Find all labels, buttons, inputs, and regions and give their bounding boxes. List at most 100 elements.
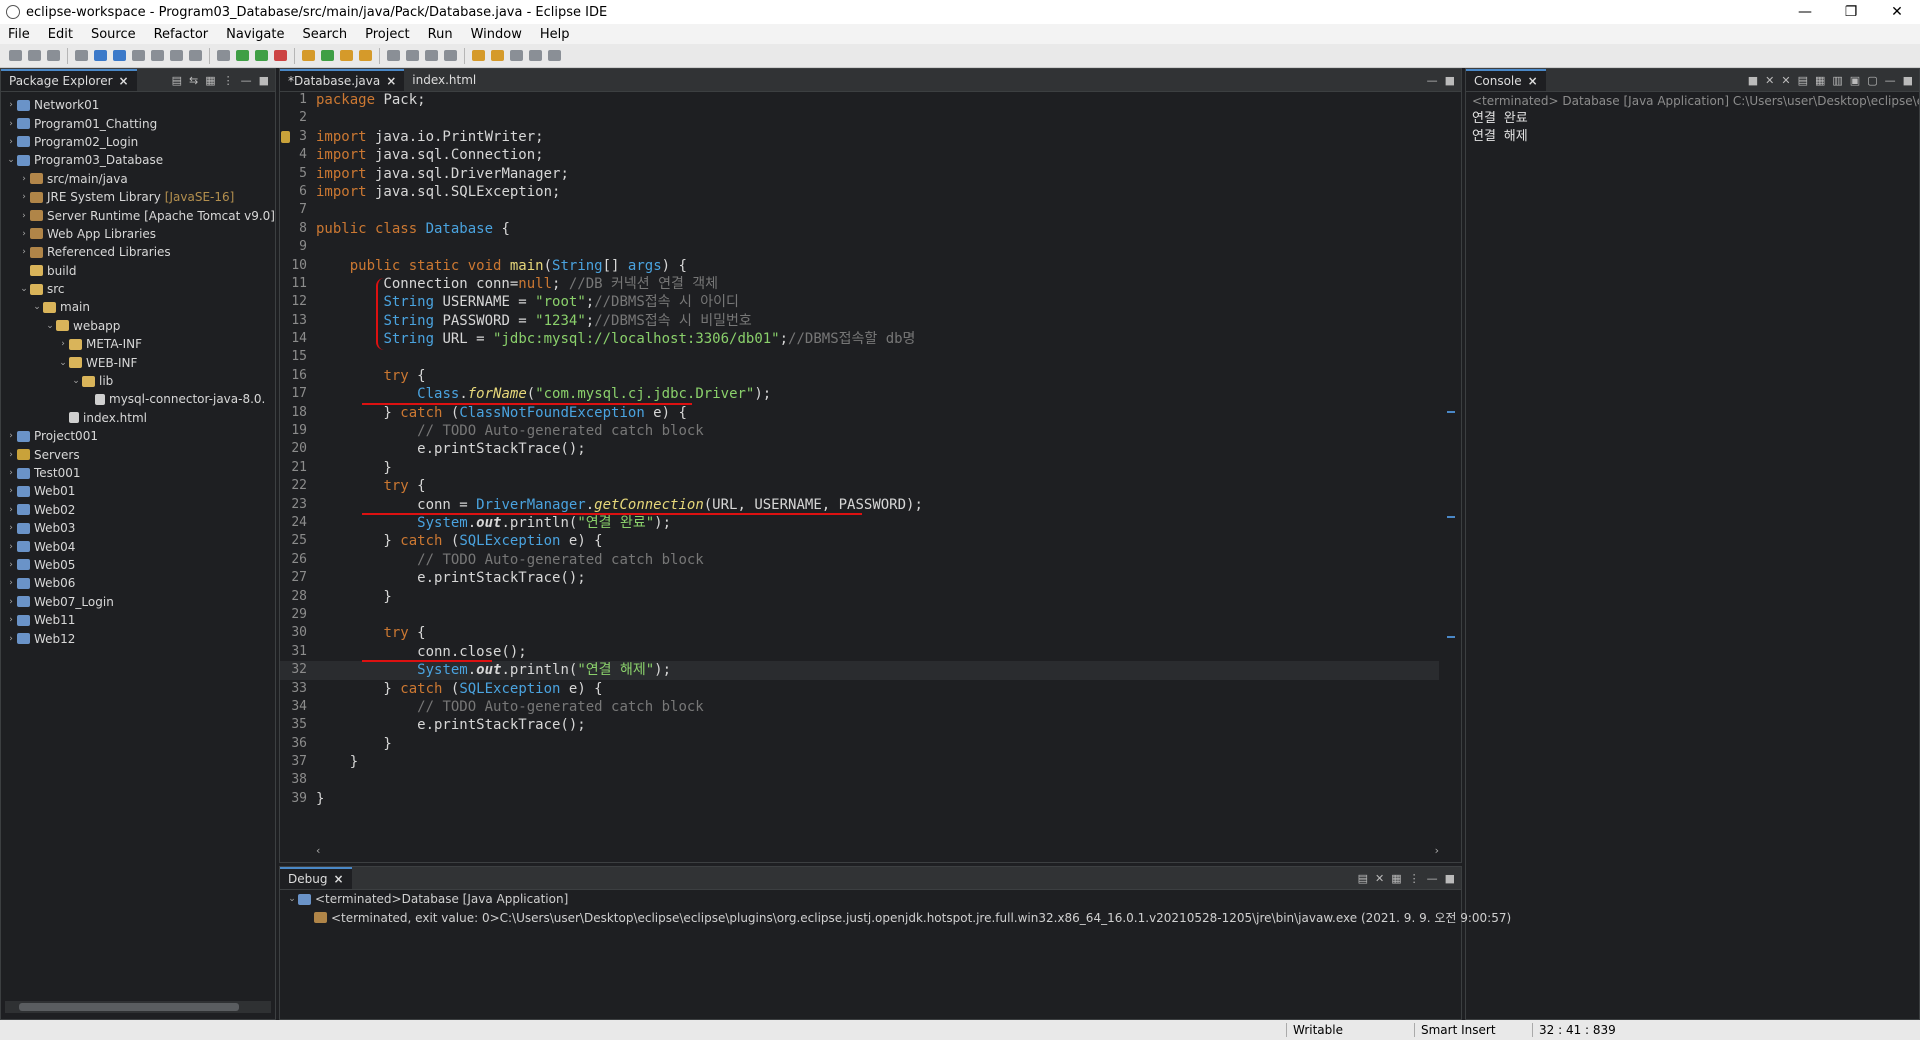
whitespace-icon[interactable] [444,50,457,61]
view-menu-icon[interactable]: ⋮ [1409,872,1420,885]
chevron-down-icon[interactable]: ⌄ [5,155,17,165]
code-line[interactable]: 1 package Pack; [280,91,1439,109]
chevron-right-icon[interactable]: › [5,468,17,478]
close-icon[interactable]: × [119,74,129,88]
new-icon[interactable] [9,50,22,61]
code-line[interactable]: 31 conn.close(); [280,643,1439,661]
code-line[interactable]: 18 } catch (ClassNotFoundException e) { [280,404,1439,422]
close-icon[interactable]: × [386,74,396,88]
skip-breakpoints-icon[interactable] [75,50,88,61]
code-line[interactable]: 22 try { [280,477,1439,495]
collapse-all-icon[interactable]: ▤ [1358,872,1368,885]
code-line[interactable]: 33 } catch (SQLException e) { [280,680,1439,698]
chevron-down-icon[interactable]: ⌄ [70,376,82,386]
tree-item[interactable]: › Web04 [1,537,275,555]
chevron-right-icon[interactable]: › [5,560,17,570]
chevron-right-icon[interactable]: › [5,542,17,552]
toggle-mark-icon[interactable] [406,50,419,61]
code-line[interactable]: 11 Connection conn=null; //DB 커넥션 연결 객체 [280,275,1439,293]
tree-item[interactable]: › Web11 [1,611,275,629]
tree-item[interactable]: › JRE System Library [JavaSE-16] [1,188,275,206]
remove-all-icon[interactable]: ✕ [1781,74,1790,87]
tree-item[interactable]: ⌄ src [1,280,275,298]
code-line[interactable]: 35 e.printStackTrace(); [280,716,1439,734]
code-line[interactable]: 6 import java.sql.SQLException; [280,183,1439,201]
tree-item[interactable]: › Network01 [1,96,275,114]
maximize-view-icon[interactable]: ■ [1903,74,1913,87]
suspend-icon[interactable] [113,50,126,61]
chevron-down-icon[interactable]: ⌄ [44,321,56,331]
code-line[interactable]: 2 [280,109,1439,127]
horizontal-scrollbar[interactable] [5,1001,271,1013]
code-line[interactable]: 38 [280,771,1439,789]
external-tools-icon[interactable] [274,50,287,61]
scroll-right-icon[interactable]: › [1435,844,1439,858]
chevron-right-icon[interactable]: › [5,615,17,625]
save-all-icon[interactable] [47,50,60,61]
clear-console-icon[interactable]: ▤ [1798,74,1808,87]
code-line[interactable]: 25 } catch (SQLException e) { [280,532,1439,550]
previous-annotation-icon[interactable] [491,50,504,61]
code-line[interactable]: 4 import java.sql.Connection; [280,146,1439,164]
resume-icon[interactable] [94,50,107,61]
chevron-right-icon[interactable]: › [5,137,17,147]
code-line[interactable]: 28 } [280,588,1439,606]
menu-refactor[interactable]: Refactor [146,27,219,42]
terminate-icon[interactable]: ■ [1748,74,1758,87]
menu-help[interactable]: Help [532,27,580,42]
tree-item[interactable]: › Web03 [1,519,275,537]
code-line[interactable]: 9 [280,238,1439,256]
tree-item[interactable]: › Web05 [1,556,275,574]
close-window-button[interactable]: ✕ [1874,4,1920,20]
maximize-view-icon[interactable]: ■ [259,74,269,87]
minimize-view-icon[interactable]: — [1885,74,1896,87]
tree-item[interactable]: › Program01_Chatting [1,114,275,132]
tab-debug[interactable]: Debug × [280,867,352,889]
code-area[interactable]: 1 package Pack; 2 3 import java.io.PrintWrit… [280,91,1439,840]
chevron-right-icon[interactable]: › [18,174,30,184]
chevron-down-icon[interactable]: ⌄ [57,358,69,368]
code-line[interactable]: 8 public class Database { [280,220,1439,238]
close-icon[interactable]: × [1528,74,1538,88]
save-icon[interactable] [28,50,41,61]
tab-index-html[interactable]: index.html [404,69,484,91]
run-icon[interactable] [255,50,268,61]
menu-file[interactable]: File [0,27,40,42]
menu-navigate[interactable]: Navigate [218,27,294,42]
next-annotation-icon[interactable] [472,50,485,61]
code-line[interactable]: 21 } [280,459,1439,477]
chevron-right-icon[interactable]: › [5,119,17,129]
display-console-icon[interactable]: ▣ [1850,74,1860,87]
overview-ruler[interactable] [1443,93,1457,838]
collapse-all-icon[interactable]: ▤ [172,74,182,87]
tree-item[interactable]: › Project001 [1,427,275,445]
tree-item[interactable]: › Program02_Login [1,133,275,151]
tab-database-java[interactable]: *Database.java × [280,69,405,91]
minimize-view-icon[interactable]: — [1427,872,1438,885]
open-console-icon[interactable]: ▢ [1867,74,1877,87]
code-line[interactable]: 30 try { [280,624,1439,642]
maximize-view-icon[interactable]: ■ [1445,74,1455,87]
code-line[interactable]: 26 // TODO Auto-generated catch block [280,551,1439,569]
minimize-button[interactable]: — [1782,4,1828,20]
editor-horizontal-scrollbar[interactable]: ‹ › [316,844,1439,858]
forward-icon[interactable] [529,50,542,61]
view-menu-icon[interactable]: ⋮ [223,74,234,87]
debug-process-row[interactable]: <terminated, exit value: 0>C:\Users\user… [280,908,1511,926]
code-line[interactable]: 17 Class.forName("com.mysql.cj.jdbc.Driv… [280,385,1439,403]
code-line[interactable]: 32 System.out.println("연결 해제"); [280,661,1439,680]
tab-package-explorer[interactable]: Package Explorer × [1,69,137,91]
search-icon[interactable] [359,50,372,61]
step-over-icon[interactable] [170,50,183,61]
code-line[interactable]: 24 System.out.println("연결 완료"); [280,514,1439,532]
server-icon[interactable] [217,50,230,61]
tree-item[interactable]: ⌄ WEB-INF [1,353,275,371]
debug-options-icon[interactable]: ▦ [1391,872,1401,885]
tree-item[interactable]: › Web07_Login [1,593,275,611]
tree-item[interactable]: ⌄ lib [1,372,275,390]
chevron-right-icon[interactable]: › [5,450,17,460]
chevron-right-icon[interactable]: › [18,229,30,239]
link-editor-icon[interactable]: ⇆ [189,74,198,87]
chevron-down-icon[interactable]: ⌄ [31,302,43,312]
code-line[interactable]: 19 // TODO Auto-generated catch block [280,422,1439,440]
